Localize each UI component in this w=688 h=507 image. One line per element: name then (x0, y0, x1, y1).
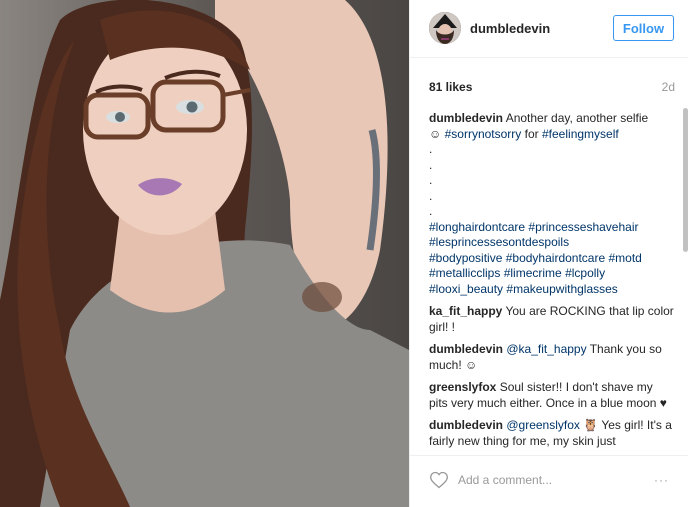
likes-row: 81 likes 2d (429, 80, 675, 94)
dot-line: . (429, 142, 433, 156)
post-header: dumbledevin Follow (410, 0, 688, 58)
comment: dumbledevin @greenslyfox 🦉 Yes girl! It'… (429, 418, 674, 449)
post-sidebar: dumbledevin Follow 81 likes 2d dumbledev… (409, 0, 688, 507)
caption-for: for (524, 126, 539, 141)
comment-username[interactable]: dumbledevin (429, 418, 503, 432)
heart-icon[interactable] (429, 470, 449, 490)
comment-bar: Add a comment... ··· (410, 455, 688, 507)
comment: greenslyfox Soul sister!! I don't shave … (429, 380, 674, 411)
comment: dumbledevin @ka_fit_happy Thank you so m… (429, 342, 674, 373)
dot-line: . (429, 188, 433, 203)
dot-line: . (429, 157, 433, 172)
hashtag[interactable]: #lcpolly (565, 266, 605, 280)
caption-text: Another day, another selfie (505, 111, 649, 125)
hashtag[interactable]: #motd (608, 251, 641, 265)
post-photo[interactable] (0, 0, 409, 507)
likes-count[interactable]: 81 likes (429, 80, 472, 94)
hashtag[interactable]: #longhairdontcare (429, 220, 525, 234)
comment-username[interactable]: ka_fit_happy (429, 304, 502, 318)
hashtag[interactable]: #metallicclips (429, 266, 500, 280)
avatar[interactable] (429, 12, 461, 44)
comment: ka_fit_happy You are ROCKING that lip co… (429, 304, 674, 335)
header-username[interactable]: dumbledevin (470, 21, 550, 36)
hashtag-sorrynotsorry[interactable]: #sorrynotsorry (445, 127, 522, 141)
hashtag[interactable]: #lesprincessesontdespoils (429, 235, 569, 249)
hashtag[interactable]: #princesseshavehair (528, 220, 638, 234)
dot-line: . (429, 204, 433, 218)
caption: dumbledevin Another day, another selfie … (429, 111, 674, 297)
hashtag[interactable]: #makeupwithglasses (506, 282, 617, 296)
dot-line: . (429, 173, 433, 187)
caption-dots: . . . . . (429, 142, 674, 220)
hashtag-feelingmyself[interactable]: #feelingmyself (542, 127, 619, 141)
owl-emoji: 🦉 (583, 418, 599, 432)
comment-username[interactable]: dumbledevin (429, 342, 503, 356)
smile-emoji: ☺ (429, 126, 442, 141)
avatar-image (429, 12, 461, 44)
hashtag[interactable]: #limecrime (504, 266, 562, 280)
selfie-image (0, 0, 409, 507)
hashtag[interactable]: #bodypositive (429, 251, 502, 265)
more-options-icon[interactable]: ··· (654, 473, 669, 487)
comment-username[interactable]: greenslyfox (429, 380, 496, 394)
comment-mention[interactable]: @greenslyfox (506, 418, 580, 432)
post-age[interactable]: 2d (662, 80, 675, 94)
comments-list[interactable]: dumbledevin Another day, another selfie … (429, 111, 674, 452)
caption-username[interactable]: dumbledevin (429, 111, 503, 125)
comment-mention[interactable]: @ka_fit_happy (506, 342, 586, 356)
add-comment-input[interactable]: Add a comment... (458, 473, 552, 487)
comments-scrollbar[interactable] (683, 104, 688, 448)
hashtag[interactable]: #looxi_beauty (429, 282, 503, 296)
follow-button[interactable]: Follow (613, 15, 674, 41)
scrollbar-thumb[interactable] (683, 108, 688, 252)
hashtag[interactable]: #bodyhairdontcare (506, 251, 605, 265)
